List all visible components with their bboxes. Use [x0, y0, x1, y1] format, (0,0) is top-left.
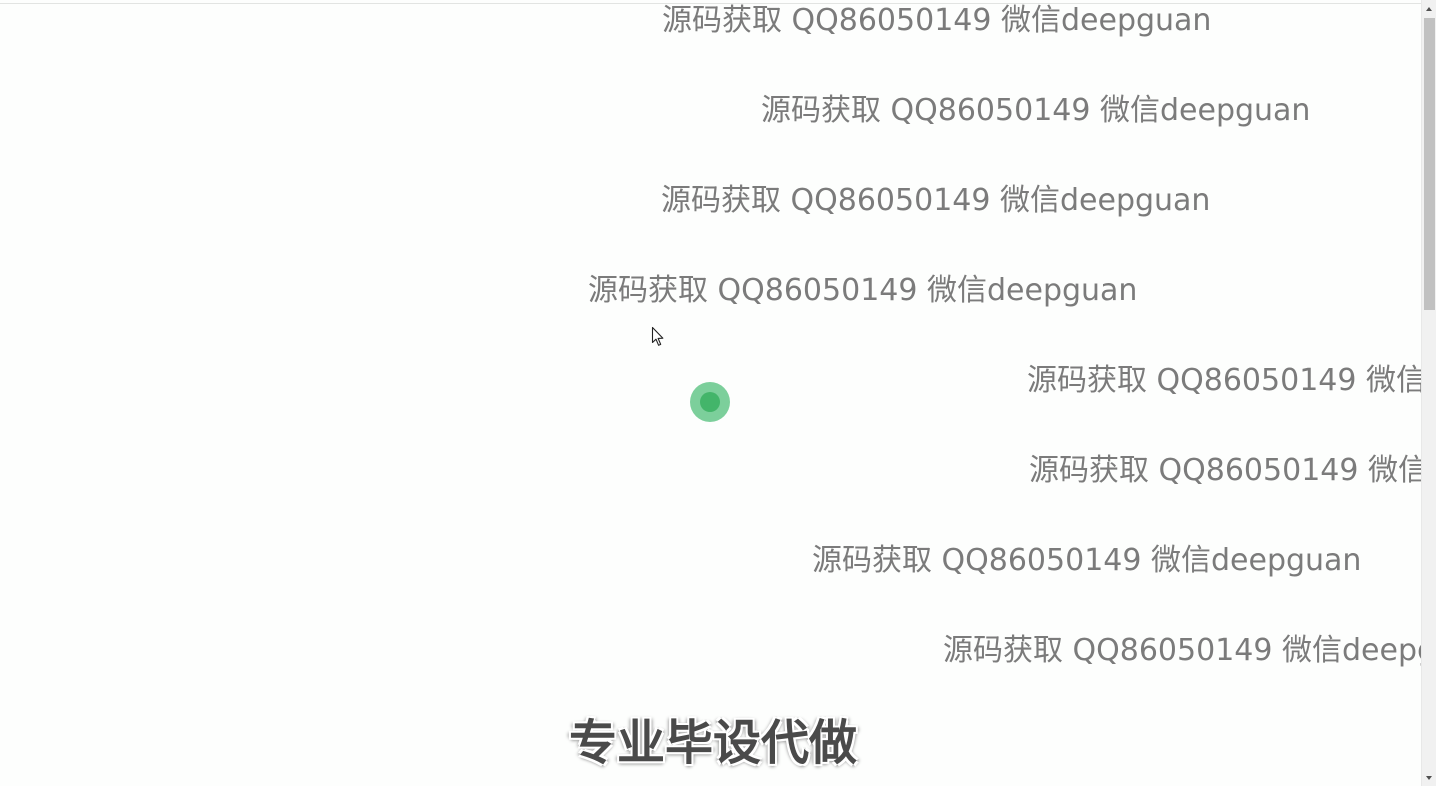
- watermark-line: 源码获取 QQ86050149 微信deepguan: [943, 633, 1421, 668]
- watermark-line: 源码获取 QQ86050149 微信deepguan: [1027, 363, 1421, 398]
- page-viewport: 源码获取 QQ86050149 微信deepguan 源码获取 QQ860501…: [0, 0, 1436, 786]
- scrollbar-thumb[interactable]: [1424, 18, 1435, 310]
- page-headline: 专业毕设代做: [569, 715, 858, 771]
- scroll-up-arrow-icon[interactable]: [1422, 2, 1436, 16]
- mouse-pointer-icon: [651, 326, 664, 346]
- watermark-line: 源码获取 QQ86050149 微信deepguan: [761, 93, 1311, 128]
- watermark-line: 源码获取 QQ86050149 微信deepguan: [1029, 453, 1421, 488]
- page-content: 源码获取 QQ86050149 微信deepguan 源码获取 QQ860501…: [0, 0, 1421, 786]
- click-indicator-icon: [690, 382, 730, 422]
- scroll-down-arrow-icon[interactable]: [1422, 771, 1436, 785]
- click-indicator-core: [700, 392, 720, 412]
- watermark-line: 源码获取 QQ86050149 微信deepguan: [588, 273, 1138, 308]
- watermark-line: 源码获取 QQ86050149 微信deepguan: [812, 543, 1362, 578]
- watermark-line: 源码获取 QQ86050149 微信deepguan: [661, 183, 1211, 218]
- watermark-line: 源码获取 QQ86050149 微信deepguan: [662, 3, 1212, 38]
- vertical-scrollbar[interactable]: [1421, 0, 1436, 786]
